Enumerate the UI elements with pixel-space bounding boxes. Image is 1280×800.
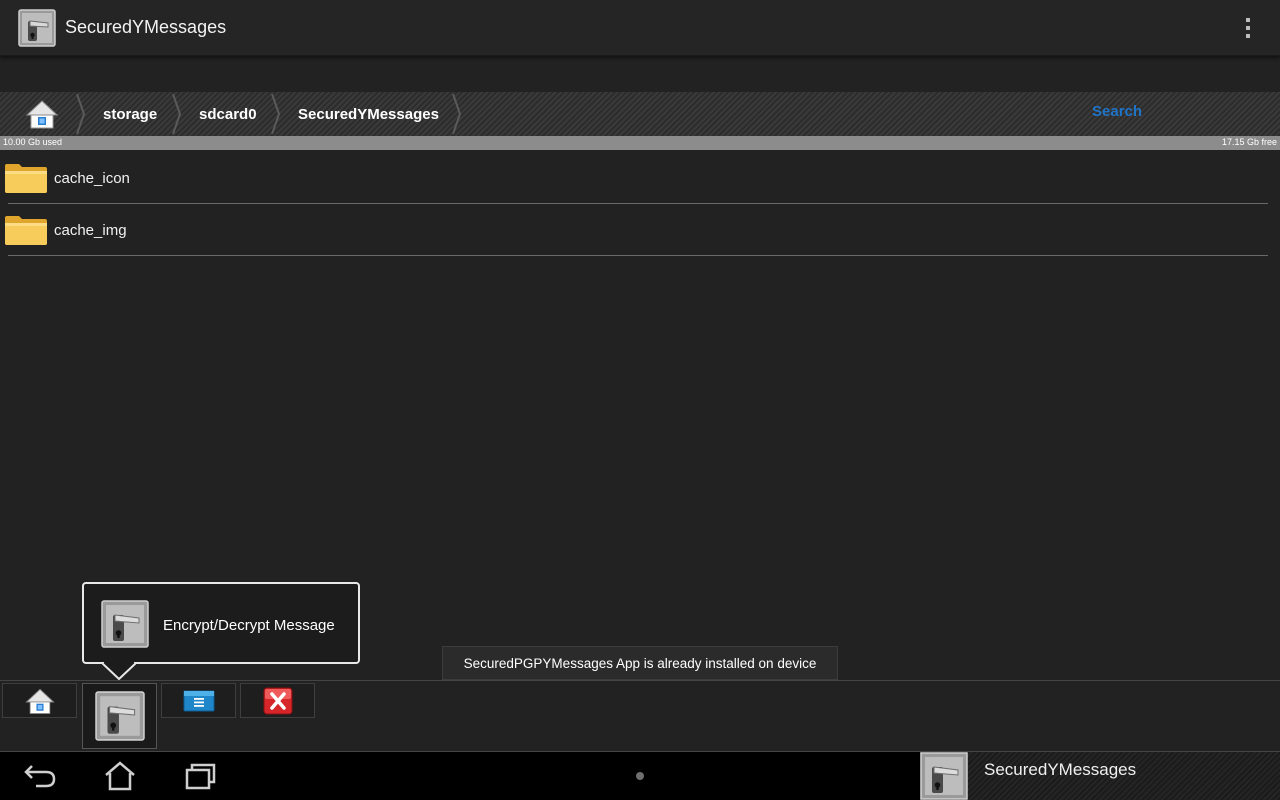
app-title: SecuredYMessages <box>65 17 227 37</box>
toolbar-close-button[interactable] <box>240 683 315 718</box>
breadcrumb-separator <box>76 94 86 134</box>
breadcrumb-item-sdcard0[interactable]: sdcard0 <box>199 92 257 136</box>
toast-message: SecuredPGPYMessages App is already insta… <box>442 646 838 680</box>
system-nav-bar: SecuredYMessages <box>0 752 1280 800</box>
action-bar: SecuredYMessages <box>0 0 1280 56</box>
close-icon <box>263 687 292 714</box>
lock-key-icon[interactable] <box>18 9 56 47</box>
storage-used-label: 10.00 Gb used <box>3 137 63 147</box>
popup-label: Encrypt/Decrypt Message <box>163 617 335 634</box>
home-icon[interactable] <box>24 98 60 130</box>
home-icon <box>25 688 54 714</box>
list-item[interactable]: cache_icon <box>0 152 1280 204</box>
nav-indicator-dot <box>636 772 644 780</box>
active-app-label: SecuredYMessages <box>984 760 1137 779</box>
lock-key-icon <box>920 752 968 800</box>
popup-arrow <box>102 662 136 680</box>
breadcrumb-item-storage[interactable]: storage <box>103 92 157 136</box>
list-item[interactable]: cache_img <box>0 204 1280 256</box>
folder-icon <box>5 164 47 193</box>
back-icon[interactable] <box>18 760 62 792</box>
recent-apps-icon[interactable] <box>178 760 222 792</box>
action-popup[interactable]: Encrypt/Decrypt Message <box>82 582 360 664</box>
breadcrumb-item-securedymessages[interactable]: SecuredYMessages <box>298 92 439 136</box>
file-name: cache_img <box>54 222 127 239</box>
file-name: cache_icon <box>54 170 130 187</box>
search-button[interactable]: Search <box>1092 103 1142 120</box>
active-app-notification[interactable]: SecuredYMessages <box>920 752 1280 800</box>
storage-free-label: 17.15 Gb free <box>1221 137 1277 147</box>
storage-bar: 10.00 Gb used 17.15 Gb free <box>0 136 1280 150</box>
toolbar-encrypt-decrypt-button[interactable] <box>82 683 157 749</box>
bottom-toolbar <box>0 680 1280 752</box>
breadcrumb-separator <box>172 94 182 134</box>
divider <box>8 255 1268 256</box>
home-outline-icon[interactable] <box>98 760 142 792</box>
document-icon <box>183 690 214 711</box>
breadcrumb-separator <box>452 94 462 134</box>
toolbar-home-button[interactable] <box>2 683 77 718</box>
overflow-menu-icon[interactable] <box>1236 16 1260 40</box>
breadcrumb: storage sdcard0 SecuredYMessages Search <box>0 92 1280 136</box>
folder-icon <box>5 216 47 245</box>
lock-key-icon <box>101 600 149 648</box>
lock-key-icon <box>94 691 145 741</box>
toolbar-notes-button[interactable] <box>161 683 236 718</box>
breadcrumb-separator <box>271 94 281 134</box>
